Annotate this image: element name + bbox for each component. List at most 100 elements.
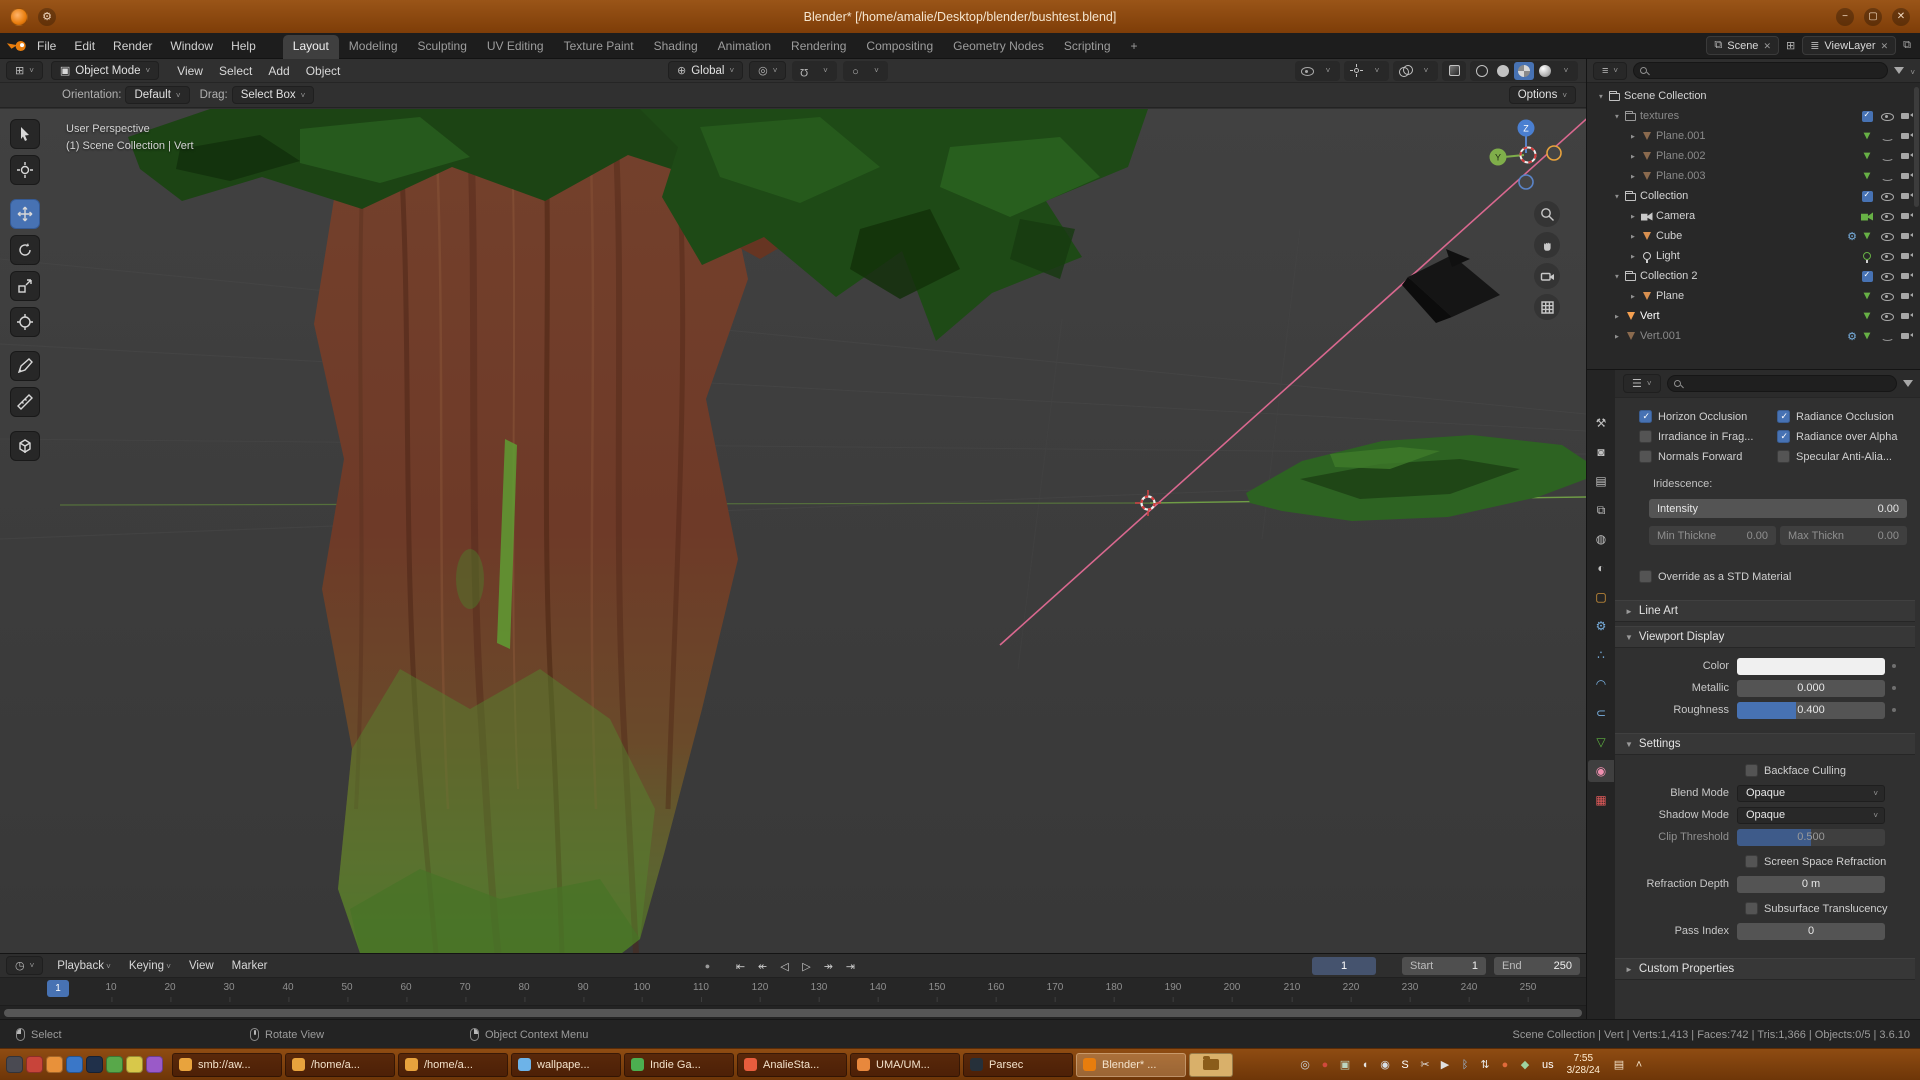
folder-window-button[interactable] [1189, 1053, 1233, 1077]
material-option-toggle[interactable]: Normals Forward [1639, 450, 1777, 463]
disable-render-icon[interactable] [1901, 290, 1914, 303]
navigation-gizmo[interactable]: Z Y [1488, 117, 1564, 193]
obs-tray-icon[interactable]: ◉ [1375, 1055, 1395, 1075]
disable-render-icon[interactable] [1901, 310, 1914, 323]
outliner-item-cube[interactable]: Cube [1587, 226, 1920, 246]
transform-orientation-dropdown[interactable]: Global [668, 61, 743, 80]
snap-toggle[interactable] [794, 62, 814, 80]
launcher-icon-5[interactable] [86, 1056, 103, 1073]
disable-render-icon[interactable] [1901, 190, 1914, 203]
collection-checkbox[interactable] [1862, 111, 1873, 122]
animate-dot-icon[interactable] [1892, 664, 1896, 668]
auto-keying-record-button[interactable] [698, 957, 717, 975]
hide-eye-icon[interactable] [1881, 190, 1894, 203]
viewport-menu[interactable]: Select [211, 62, 260, 80]
custom-properties-panel-header[interactable]: Custom Properties [1615, 958, 1915, 980]
shading-options-dropdown[interactable] [1556, 62, 1576, 80]
hide-eye-icon[interactable] [1881, 170, 1894, 183]
shading-rendered-button[interactable] [1535, 62, 1555, 80]
current-frame-field[interactable]: 1 [1312, 957, 1376, 975]
filter-icon[interactable] [1894, 67, 1904, 74]
subsurface-translucency-toggle[interactable]: Subsurface Translucency [1745, 899, 1915, 918]
topbar-menu[interactable]: Help [222, 36, 265, 56]
animate-dot-icon[interactable] [1892, 686, 1896, 690]
timeline-menu[interactable]: Keying [121, 958, 179, 974]
workspace-tab-modeling[interactable]: Modeling [339, 35, 408, 59]
clock[interactable]: 7:55 3/28/24 [1561, 1053, 1606, 1077]
expand-icon[interactable] [1611, 312, 1623, 321]
timeline-menu[interactable]: Marker [224, 958, 276, 974]
outliner-search-input[interactable] [1651, 65, 1881, 77]
min-thickness-field[interactable]: Min Thickne 0.00 [1649, 526, 1776, 545]
animate-dot-icon[interactable] [1892, 708, 1896, 712]
viewport-display-panel-header[interactable]: Viewport Display [1615, 626, 1915, 648]
material-option-toggle[interactable]: Horizon Occlusion [1639, 410, 1777, 423]
timeline-menu[interactable]: Playback [49, 958, 119, 974]
settings-panel-header[interactable]: Settings [1615, 733, 1915, 755]
workspace-tab-shading[interactable]: Shading [644, 35, 708, 59]
launcher-icon-4[interactable] [66, 1056, 83, 1073]
jump-to-end-button[interactable] [841, 957, 860, 975]
expand-icon[interactable] [1627, 172, 1639, 181]
outliner-options-dropdown[interactable] [1910, 64, 1915, 78]
new-view-layer-button[interactable] [1900, 39, 1914, 52]
disable-render-icon[interactable] [1901, 150, 1914, 163]
workspace-tab-sculpting[interactable]: Sculpting [408, 35, 477, 59]
material-option-toggle[interactable]: Irradiance in Frag... [1639, 430, 1777, 443]
shadow-mode-dropdown[interactable]: Opaque [1737, 807, 1885, 824]
jump-to-start-button[interactable] [731, 957, 750, 975]
properties-editor-type-dropdown[interactable] [1623, 374, 1661, 393]
play-reverse-button[interactable] [775, 957, 794, 975]
object-types-dropdown[interactable] [1318, 62, 1338, 80]
properties-filter-icon[interactable] [1903, 380, 1913, 387]
expand-icon[interactable] [1611, 272, 1623, 281]
timeline-editor-type-dropdown[interactable] [6, 956, 43, 975]
topbar-menu[interactable]: Render [104, 36, 161, 56]
taskbar-window-parsec[interactable]: Parsec [963, 1053, 1073, 1077]
material-properties-tab[interactable]: ◉ [1588, 760, 1614, 782]
shading-solid-button[interactable] [1493, 62, 1513, 80]
close-button[interactable]: ✕ [1892, 8, 1910, 26]
outliner-editor-type-dropdown[interactable] [1593, 62, 1627, 80]
shading-material-preview-button[interactable] [1514, 62, 1534, 80]
scale-tool[interactable] [10, 271, 40, 301]
rotate-tool[interactable] [10, 235, 40, 265]
taskbar-window-blender[interactable]: Blender* ... [1076, 1053, 1186, 1077]
topbar-menu[interactable]: Window [161, 36, 222, 56]
xray-toggle[interactable] [1444, 62, 1464, 80]
launcher-icon-7[interactable] [126, 1056, 143, 1073]
refraction-depth-field[interactable]: 0 m [1737, 876, 1885, 893]
object-data-properties-tab[interactable]: ▽ [1588, 731, 1614, 753]
expand-icon[interactable] [1595, 92, 1607, 101]
expand-icon[interactable] [1627, 152, 1639, 161]
maximize-button[interactable]: ▢ [1864, 8, 1882, 26]
hide-eye-icon[interactable] [1881, 110, 1894, 123]
expand-icon[interactable] [1611, 332, 1623, 341]
workspace-tab-uv-editing[interactable]: UV Editing [477, 35, 554, 59]
properties-search-input[interactable] [1685, 378, 1890, 390]
orientation-dropdown[interactable]: Default [125, 86, 189, 104]
annotate-tool[interactable] [10, 351, 40, 381]
viewport-menu[interactable]: View [169, 62, 211, 80]
outliner-item-collection-2[interactable]: Collection 2 [1587, 266, 1920, 286]
viewport-canvas[interactable]: User Perspective (1) Scene Collection | … [0, 109, 1586, 953]
gizmo-minus-z-axis[interactable] [1519, 175, 1533, 189]
outliner-item-scene-collection[interactable]: Scene Collection [1587, 86, 1920, 106]
disable-render-icon[interactable] [1901, 110, 1914, 123]
expand-icon[interactable] [1611, 192, 1623, 201]
gizmo-y-axis[interactable]: Y [1495, 153, 1501, 163]
disable-render-icon[interactable] [1901, 270, 1914, 283]
gizmo-x-axis[interactable] [1547, 146, 1561, 160]
clip-threshold-slider[interactable]: 0.500 [1737, 829, 1885, 846]
taskbar-window-analiesta[interactable]: AnalieSta... [737, 1053, 847, 1077]
cursor-tool[interactable] [10, 155, 40, 185]
overlays-dropdown[interactable] [1416, 62, 1436, 80]
viewport-color-swatch[interactable] [1737, 658, 1885, 675]
object-properties-tab[interactable]: ▢ [1588, 586, 1614, 608]
show-overlays-toggle[interactable] [1395, 62, 1415, 80]
measure-tool[interactable] [10, 387, 40, 417]
network-tray-icon[interactable]: ⇅ [1475, 1055, 1495, 1075]
render-properties-tab[interactable]: ◙ [1588, 441, 1614, 463]
zoom-button[interactable] [1534, 201, 1560, 227]
show-gizmo-toggle[interactable] [1346, 62, 1366, 80]
